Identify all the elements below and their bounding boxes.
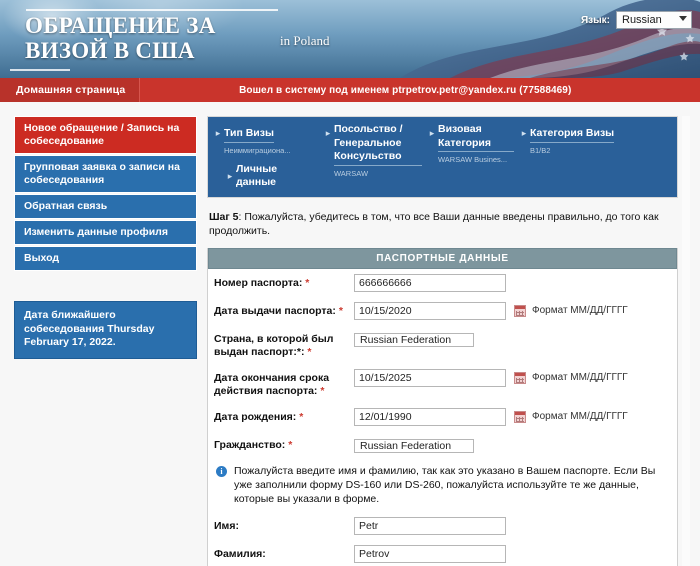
field-row-birth-date: Дата рождения: * Формат ММ/ДД/ГГГГ	[208, 403, 677, 431]
required-marker: *	[320, 384, 325, 397]
site-title: ОБРАЩЕНИЕ ЗА ВИЗОЙ В США	[25, 13, 216, 63]
label-last-name: Фамилия:	[214, 547, 266, 560]
language-dropdown-value: Russian	[622, 14, 662, 26]
issue-date-format-hint: Формат ММ/ДД/ГГГГ	[532, 305, 628, 316]
birth-date-input[interactable]	[354, 407, 506, 426]
breadcrumb-sub-visa-class: B1/B2	[530, 145, 551, 155]
passport-number-input[interactable]	[354, 273, 506, 292]
field-row-issue-date: Дата выдачи паспорта: * Формат ММ/ДД/ГГГ…	[208, 297, 677, 325]
sidebar-item-new-application[interactable]: Новое обращение / Запись на собеседовани…	[14, 116, 197, 154]
required-marker: *	[288, 438, 293, 451]
sidebar-item-edit-profile[interactable]: Изменить данные профиля	[14, 220, 197, 245]
chevron-down-icon	[679, 16, 687, 21]
required-marker: *	[305, 276, 310, 289]
label-citizenship: Гражданство: *	[214, 438, 293, 451]
page-scrollbar[interactable]	[682, 116, 690, 566]
breadcrumb-title-visa-type: Тип Визы	[224, 127, 274, 143]
site-title-line1: ОБРАЩЕНИЕ ЗА	[25, 13, 216, 38]
chevron-right-icon: ▸	[521, 128, 527, 138]
label-passport-number: Номер паспорта: *	[214, 276, 310, 289]
breadcrumb-title-embassy: Посольство / Генеральное Консульство	[334, 123, 422, 166]
sidebar-item-group-application[interactable]: Групповая заявка о записи на собеседован…	[14, 155, 197, 193]
step-number: Шаг 5	[209, 210, 239, 223]
last-name-input[interactable]	[354, 544, 506, 563]
breadcrumb-sub-visa-type: Неиммиграциона...	[224, 145, 291, 155]
field-row-expiry-date: Дата окончания срока действия паспорта: …	[208, 364, 677, 403]
section-header-passport-data: ПАСПОРТНЫЕ ДАННЫЕ	[208, 247, 677, 269]
label-expiry-date: Дата окончания срока действия паспорта: …	[214, 371, 330, 397]
calendar-icon[interactable]	[514, 304, 526, 317]
breadcrumb-title-visa-category: Визовая Категория	[438, 123, 514, 152]
breadcrumb-step-embassy[interactable]: ▸ Посольство / Генеральное Консульство W…	[322, 123, 426, 179]
step-instruction: Шаг 5: Пожалуйста, убедитесь в том, что …	[207, 198, 678, 248]
language-label: Язык:	[580, 14, 610, 26]
field-row-citizenship: Гражданство: * Russian Federation	[208, 431, 677, 460]
site-banner: ОБРАЩЕНИЕ ЗА ВИЗОЙ В США in Poland Язык:…	[0, 0, 700, 78]
birth-date-format-hint: Формат ММ/ДД/ГГГГ	[532, 411, 628, 422]
citizenship-value: Russian Federation	[360, 439, 452, 452]
chevron-right-icon: ▸	[215, 128, 221, 138]
page-content: Новое обращение / Запись на собеседовани…	[0, 102, 700, 566]
first-name-input[interactable]	[354, 516, 506, 535]
required-marker: *	[338, 304, 343, 317]
issue-date-input[interactable]	[354, 301, 506, 320]
breadcrumb-step-visa-category[interactable]: ▸ Визовая Категория WARSAW Busines...	[426, 123, 518, 165]
breadcrumb-title-personal-data: Личные данные	[236, 162, 278, 189]
title-rule-top	[26, 9, 278, 11]
breadcrumb-sub-embassy: WARSAW	[334, 168, 369, 178]
language-dropdown[interactable]: Russian	[616, 11, 692, 29]
name-notice: i Пожалуйста введите имя и фамилию, так …	[208, 460, 677, 512]
label-issue-country: Страна, в которой был выдан паспорт:*: *	[214, 332, 334, 358]
label-birth-date: Дата рождения: *	[214, 410, 304, 423]
site-subtitle: in Poland	[280, 33, 330, 48]
chevron-right-icon: ▸	[325, 128, 331, 138]
name-notice-text: Пожалуйста введите имя и фамилию, так ка…	[234, 464, 656, 505]
field-row-first-name: Имя:	[208, 512, 677, 540]
nav-home-link[interactable]: Домашняя страница	[0, 78, 141, 102]
next-interview-date-box: Дата ближайшего собеседования Thursday F…	[14, 301, 197, 359]
breadcrumb: ▸ Тип Визы Неиммиграциона... ▸ Личные да…	[207, 116, 678, 198]
language-selector[interactable]: Язык: Russian	[581, 11, 692, 29]
breadcrumb-step-visa-type[interactable]: ▸ Тип Визы Неиммиграциона... ▸ Личные да…	[212, 123, 322, 190]
issue-country-value: Russian Federation	[360, 333, 452, 346]
chevron-right-icon: ▸	[227, 170, 233, 181]
sidebar: Новое обращение / Запись на собеседовани…	[14, 116, 197, 566]
chevron-right-icon: ▸	[429, 128, 435, 138]
calendar-icon[interactable]	[514, 410, 526, 423]
main-panel: ▸ Тип Визы Неиммиграциона... ▸ Личные да…	[207, 116, 690, 566]
breadcrumb-step-visa-class[interactable]: ▸ Категория Визы B1/B2	[518, 123, 638, 156]
site-title-line2: ВИЗОЙ В США	[25, 38, 195, 63]
expiry-date-input[interactable]	[354, 368, 506, 387]
label-first-name: Имя:	[214, 519, 239, 532]
title-rule-bottom	[10, 69, 70, 71]
page-root: ОБРАЩЕНИЕ ЗА ВИЗОЙ В США in Poland Язык:…	[0, 0, 700, 566]
sidebar-item-logout[interactable]: Выход	[14, 246, 197, 271]
calendar-icon[interactable]	[514, 371, 526, 384]
issue-country-dropdown[interactable]: Russian Federation	[354, 332, 475, 347]
info-icon: i	[216, 465, 227, 477]
breadcrumb-sub-visa-category: WARSAW Busines...	[438, 155, 508, 164]
required-marker: *	[299, 410, 304, 423]
sidebar-item-feedback[interactable]: Обратная связь	[14, 194, 197, 219]
field-row-passport-number: Номер паспорта: *	[208, 269, 677, 297]
required-marker: *	[307, 345, 312, 358]
label-issue-date: Дата выдачи паспорта: *	[214, 304, 343, 317]
field-row-last-name: Фамилия:	[208, 540, 677, 566]
logged-in-status: Вошел в систему под именем ptrpetrov.pet…	[239, 84, 572, 96]
top-navigation-bar: Домашняя страница Вошел в систему под им…	[0, 78, 700, 102]
breadcrumb-title-visa-class: Категория Визы	[530, 127, 615, 143]
passport-data-form: ПАСПОРТНЫЕ ДАННЫЕ Номер паспорта: * Дата…	[207, 247, 678, 566]
citizenship-dropdown[interactable]: Russian Federation	[354, 438, 475, 453]
expiry-date-format-hint: Формат ММ/ДД/ГГГГ	[532, 372, 628, 383]
step-description: : Пожалуйста, убедитесь в том, что все В…	[209, 210, 659, 237]
field-row-issue-country: Страна, в которой был выдан паспорт:*: *…	[208, 325, 677, 364]
